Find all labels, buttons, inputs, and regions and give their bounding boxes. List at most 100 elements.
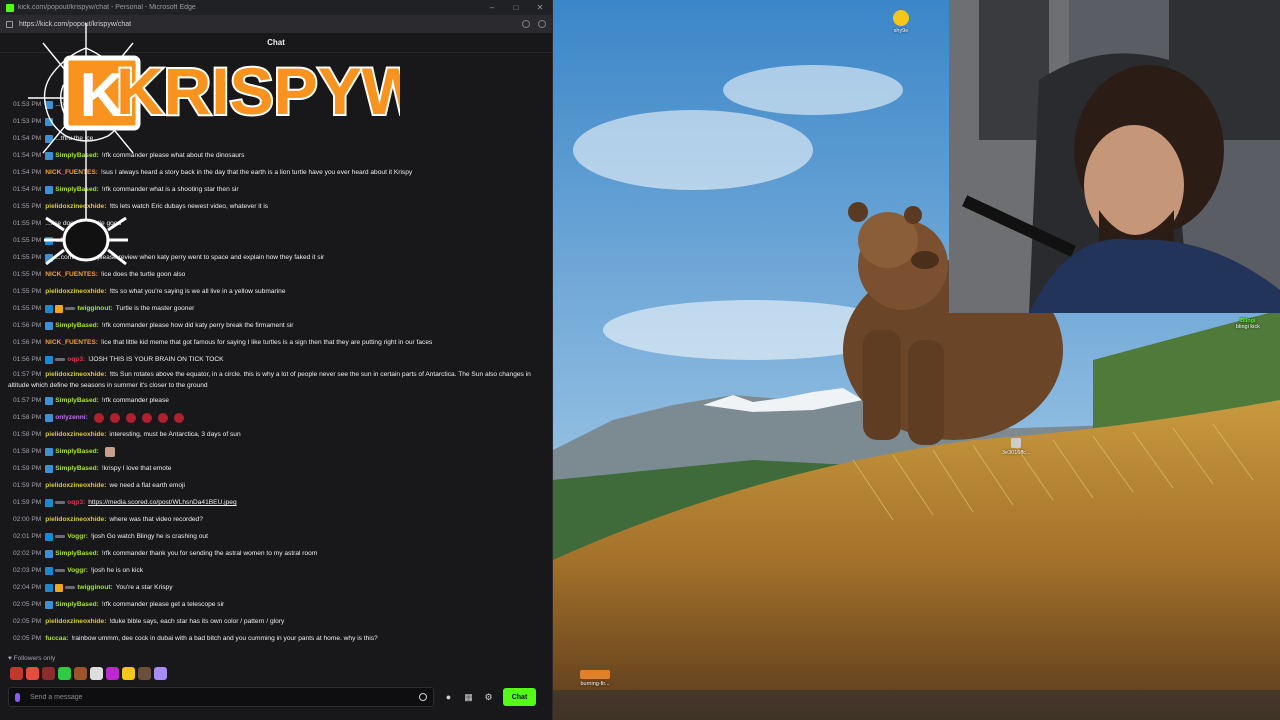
message-username[interactable]: Voggr: (67, 528, 88, 545)
emote-10[interactable] (154, 667, 167, 680)
chat-emote[interactable] (109, 412, 120, 423)
message-username[interactable]: SimplyBased: (55, 443, 99, 460)
emote-9[interactable] (138, 667, 151, 680)
chat-message[interactable]: 02:04 PM twigginout: You're a star Krispy (8, 579, 548, 596)
gift-badge-icon[interactable] (45, 498, 54, 507)
emote-6[interactable] (90, 667, 103, 680)
message-link[interactable]: https://media.scored.co/post/WLhsnDa41BE… (88, 494, 236, 511)
chat-message[interactable]: 02:00 PM pielidoxzineoxhide: where was tha… (8, 511, 548, 528)
chat-message[interactable]: 01:58 PM onlyzenni: (8, 409, 548, 426)
chat-message[interactable]: 01:58 PM SimplyBased: (8, 443, 548, 460)
message-username[interactable]: pielidoxzineoxhide: (45, 613, 106, 630)
sub-badge-icon[interactable] (45, 464, 54, 473)
chat-message[interactable]: 02:01 PM Voggr: !josh Go watch Blingy he i… (8, 528, 548, 545)
chat-message[interactable]: 02:05 PM fuccaa: !rainbow ummm, dee cock i… (8, 630, 548, 647)
emote-7[interactable] (106, 667, 119, 680)
emote-8[interactable] (122, 667, 135, 680)
message-username[interactable]: SimplyBased: (55, 596, 99, 613)
users-icon[interactable]: ● (443, 692, 454, 703)
url-text[interactable]: https://kick.com/popout/krispyw/chat (19, 21, 514, 28)
chat-message[interactable]: 01:55 PM ...commander please review when … (8, 249, 548, 266)
message-username[interactable]: pielidoxzineoxhide: (45, 477, 106, 494)
message-username[interactable]: fuccaa: (45, 630, 68, 647)
chat-message[interactable]: 02:02 PM SimplyBased: !rfk commander thank… (8, 545, 548, 562)
gift-badge-icon[interactable] (45, 532, 54, 541)
sub-badge-icon[interactable] (45, 185, 54, 194)
desktop-icon-file[interactable]: 3e3016ffc... (1002, 438, 1031, 456)
message-username[interactable]: SimplyBased: (55, 392, 99, 409)
message-username[interactable]: NICK_FUENTES: (45, 266, 98, 283)
sub-badge-icon[interactable] (45, 413, 54, 422)
chat-identity-icon[interactable] (15, 692, 20, 702)
send-chat-button[interactable]: Chat (503, 688, 536, 706)
sub-badge-icon[interactable] (45, 396, 54, 405)
message-username[interactable]: twigginout: (77, 579, 113, 596)
chat-message[interactable]: 01:54 PM SimplyBased: !rfk commander pleas… (8, 147, 548, 164)
message-username[interactable]: pielidoxzineoxhide: (45, 283, 106, 300)
message-username[interactable]: pielidoxzineoxhide: (45, 511, 106, 528)
chat-message-list[interactable]: 01:53 PM ...re it c... ...g in the water 0… (8, 96, 548, 647)
chat-message[interactable]: 01:53 PM ...re it c... ...g in the water (8, 96, 548, 113)
message-username[interactable]: pielidoxzineoxhide: (45, 198, 106, 215)
gift-badge-icon[interactable] (45, 583, 54, 592)
emote-1[interactable] (10, 667, 23, 680)
gift-badge-icon[interactable] (45, 566, 54, 575)
chat-message[interactable]: 01:55 PM pielidoxzineoxhide: !tts lets wat… (8, 198, 548, 215)
chat-message[interactable]: 01:55 PM NICK_FUENTES: !ice does the turtl… (8, 266, 548, 283)
message-input-wrapper[interactable] (8, 687, 434, 707)
desktop-icon-shy9e[interactable]: shy9e (893, 10, 909, 34)
message-username[interactable]: oqp3: (67, 494, 85, 511)
sub-badge-icon[interactable] (45, 447, 54, 456)
calendar-icon[interactable]: ▦ (463, 692, 474, 703)
emoji-picker-icon[interactable] (419, 693, 427, 701)
og-badge-icon[interactable] (55, 501, 66, 504)
message-username[interactable]: pielidoxzineoxhide: (45, 371, 106, 378)
site-info-icon[interactable] (6, 20, 13, 28)
chat-message[interactable]: 01:54 PM SimplyBased: !rfk commander what … (8, 181, 548, 198)
chat-message[interactable]: 01:59 PM oqp3: https://media.scored.co/pos… (8, 494, 548, 511)
sub-badge-icon[interactable] (45, 117, 54, 126)
sub-badge-icon[interactable] (45, 134, 54, 143)
chat-message[interactable]: 01:57 PM SimplyBased: !rfk commander pleas… (8, 392, 548, 409)
chat-message[interactable]: 01:56 PM SimplyBased: !rfk commander pleas… (8, 317, 548, 334)
browser-menu-icon[interactable] (538, 20, 546, 28)
og-badge-icon[interactable] (55, 358, 66, 361)
message-username[interactable]: NICK_FUENTES: (45, 164, 98, 181)
chat-message[interactable]: 02:05 PM SimplyBased: !rfk commander pleas… (8, 596, 548, 613)
crown-badge-icon[interactable] (55, 304, 64, 313)
message-username[interactable]: pielidoxzineoxhide: (45, 426, 106, 443)
emote-2[interactable] (26, 667, 39, 680)
chat-emote[interactable] (157, 412, 168, 423)
minimize-icon[interactable]: – (480, 3, 504, 12)
crown-badge-icon[interactable] (55, 583, 64, 592)
chat-message[interactable]: 01:55 PM pielidoxzineoxhide: !tts so what … (8, 283, 548, 300)
chat-message[interactable]: 02:05 PM pielidoxzineoxhide: !duke bible s… (8, 613, 548, 630)
og-badge-icon[interactable] (65, 586, 76, 589)
sub-badge-icon[interactable] (45, 100, 54, 109)
sub-badge-icon[interactable] (45, 253, 54, 262)
chat-message[interactable]: 01:54 PM ...thru the ice (8, 130, 548, 147)
address-bar[interactable]: https://kick.com/popout/krispyw/chat (0, 15, 552, 33)
og-badge-icon[interactable] (65, 307, 76, 310)
og-badge-icon[interactable] (55, 569, 66, 572)
maximize-icon[interactable]: □ (504, 3, 528, 12)
chat-message[interactable]: 01:55 PM ...!ice does the turtle good (8, 215, 548, 232)
chat-message[interactable]: 01:56 PM oqp3: !JOSH THIS IS YOUR BRAIN ON… (8, 351, 548, 368)
sub-badge-icon[interactable] (45, 151, 54, 160)
message-input[interactable] (30, 693, 419, 701)
chat-emote[interactable] (93, 412, 104, 423)
gift-badge-icon[interactable] (45, 304, 54, 313)
message-username[interactable]: Voggr: (67, 562, 88, 579)
desktop-icon-burning[interactable]: burning-fir... (580, 670, 610, 687)
chat-emote[interactable] (104, 446, 115, 457)
chat-message[interactable]: 01:53 PM (8, 113, 548, 130)
message-username[interactable]: SimplyBased: (55, 545, 99, 562)
message-username[interactable]: SimplyBased: (55, 460, 99, 477)
chat-message[interactable]: 01:54 PM NICK_FUENTES: !sus I always heard… (8, 164, 548, 181)
chat-message[interactable]: 02:03 PM Voggr: !josh he is on kick (8, 562, 548, 579)
chat-message[interactable]: 01:59 PM SimplyBased: !krispy I love that … (8, 460, 548, 477)
chat-message[interactable]: 01:55 PM ...Mmm (8, 232, 548, 249)
chat-message[interactable]: 01:58 PM pielidoxzineoxhide: interesting, … (8, 426, 548, 443)
chat-emote[interactable] (173, 412, 184, 423)
chat-emote[interactable] (125, 412, 136, 423)
